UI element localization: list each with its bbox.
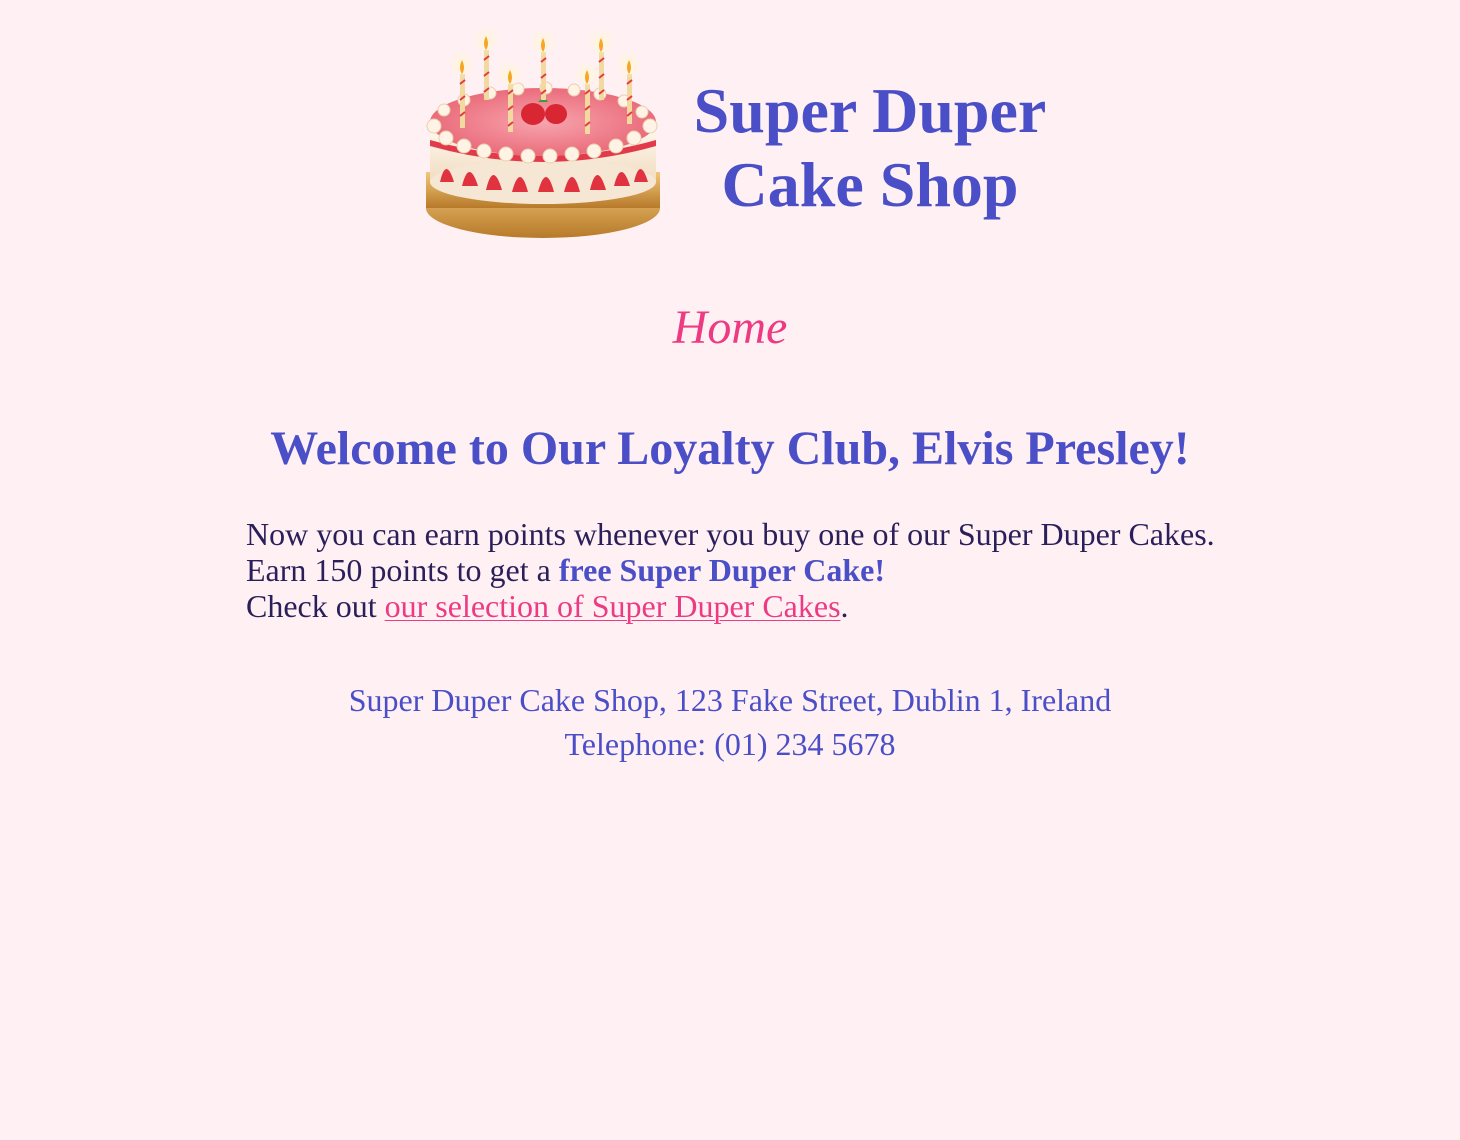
shop-title: Super Duper Cake Shop xyxy=(670,74,1070,222)
intro-line-3-text: Check out xyxy=(246,588,385,624)
intro-line-3: Check out our selection of Super Duper C… xyxy=(246,588,1246,624)
intro-paragraph: Now you can earn points whenever you buy… xyxy=(246,516,1246,624)
welcome-heading: Welcome to Our Loyalty Club, Elvis Presl… xyxy=(270,422,1190,475)
page-title: Home xyxy=(672,301,788,354)
footer-telephone: Telephone: (01) 234 5678 xyxy=(564,726,896,762)
cake-icon xyxy=(426,26,660,238)
free-cake-emphasis: free Super Duper Cake! xyxy=(558,552,886,588)
intro-line-2: Earn 150 points to get a free Super Dupe… xyxy=(246,552,1246,588)
cake-selection-link[interactable]: our selection of Super Duper Cakes xyxy=(385,588,841,624)
intro-line-3-period: . xyxy=(840,588,849,624)
intro-line-2-text: Earn 150 points to get a xyxy=(246,552,559,588)
site-footer: Super Duper Cake Shop, 123 Fake Street, … xyxy=(0,678,1460,766)
shop-title-line-2: Cake Shop xyxy=(721,149,1019,220)
shop-title-line-1: Super Duper xyxy=(693,75,1047,146)
intro-line-1: Now you can earn points whenever you buy… xyxy=(246,516,1215,552)
site-header: Super Duper Cake Shop xyxy=(0,0,1460,250)
footer-address: Super Duper Cake Shop, 123 Fake Street, … xyxy=(348,682,1112,718)
